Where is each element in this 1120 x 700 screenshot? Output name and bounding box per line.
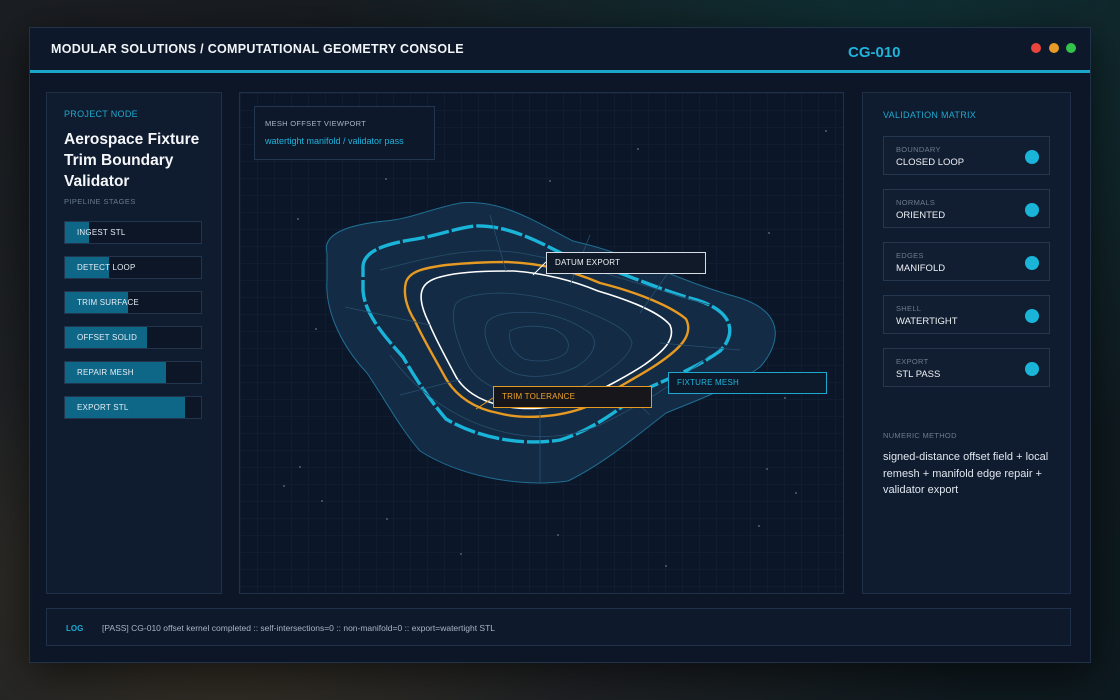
check-key: EDGES bbox=[896, 251, 924, 260]
status-indicator-icon bbox=[1025, 203, 1039, 217]
stage-label: EXPORT STL bbox=[77, 403, 129, 412]
check-normals[interactable]: NORMALS ORIENTED bbox=[883, 189, 1050, 228]
mesh-viewport[interactable]: MESH OFFSET VIEWPORT watertight manifold… bbox=[239, 92, 844, 594]
close-window-button[interactable] bbox=[1031, 43, 1041, 53]
check-value: MANIFOLD bbox=[896, 263, 946, 274]
check-value: WATERTIGHT bbox=[896, 316, 958, 327]
pipeline-stage-repair[interactable]: REPAIR MESH bbox=[64, 361, 202, 384]
pipeline-stage-trim[interactable]: TRIM SURFACE bbox=[64, 291, 202, 314]
log-bar: LOG [PASS] CG-010 offset kernel complete… bbox=[46, 608, 1071, 646]
fixture-mesh-callout[interactable]: FIXTURE MESH bbox=[668, 372, 827, 394]
check-key: EXPORT bbox=[896, 357, 929, 366]
check-key: SHELL bbox=[896, 304, 922, 313]
console-window: MODULAR SOLUTIONS / COMPUTATIONAL GEOMET… bbox=[29, 27, 1091, 663]
pipeline-stage-detect[interactable]: DETECT LOOP bbox=[64, 256, 202, 279]
datum-export-callout[interactable]: DATUM EXPORT bbox=[546, 252, 706, 274]
status-indicator-icon bbox=[1025, 362, 1039, 376]
project-eyebrow: PROJECT NODE bbox=[64, 109, 138, 119]
project-title: Aerospace Fixture Trim Boundary Validato… bbox=[64, 131, 200, 190]
status-indicator-icon bbox=[1025, 256, 1039, 270]
check-export[interactable]: EXPORT STL PASS bbox=[883, 348, 1050, 387]
pipeline-stages-label: PIPELINE STAGES bbox=[64, 197, 136, 206]
project-panel: PROJECT NODE Aerospace Fixture Trim Boun… bbox=[46, 92, 222, 594]
check-key: NORMALS bbox=[896, 198, 936, 207]
check-boundary[interactable]: BOUNDARY CLOSED LOOP bbox=[883, 136, 1050, 175]
log-tag: LOG bbox=[66, 624, 84, 633]
check-value: ORIENTED bbox=[896, 210, 946, 221]
trim-tolerance-callout[interactable]: TRIM TOLERANCE bbox=[493, 386, 652, 408]
viewport-subtitle: watertight manifold / validator pass bbox=[265, 136, 404, 146]
status-indicator-icon bbox=[1025, 150, 1039, 164]
numeric-method-text: signed-distance offset field + local rem… bbox=[883, 451, 1049, 497]
stage-label: DETECT LOOP bbox=[77, 263, 136, 272]
check-key: BOUNDARY bbox=[896, 145, 941, 154]
stage-label: REPAIR MESH bbox=[77, 368, 134, 377]
pipeline-stage-offset[interactable]: OFFSET SOLID bbox=[64, 326, 202, 349]
check-edges[interactable]: EDGES MANIFOLD bbox=[883, 242, 1050, 281]
numeric-method-label: NUMERIC METHOD bbox=[883, 431, 957, 440]
maximize-window-button[interactable] bbox=[1066, 43, 1076, 53]
pipeline-stage-ingest[interactable]: INGEST STL bbox=[64, 221, 202, 244]
check-shell[interactable]: SHELL WATERTIGHT bbox=[883, 295, 1050, 334]
stage-label: INGEST STL bbox=[77, 228, 126, 237]
stage-label: OFFSET SOLID bbox=[77, 333, 138, 342]
stage-label: TRIM SURFACE bbox=[77, 298, 139, 307]
project-code: CG-010 bbox=[848, 44, 901, 61]
title-bar: MODULAR SOLUTIONS / COMPUTATIONAL GEOMET… bbox=[30, 28, 1090, 73]
validation-panel: VALIDATION MATRIX BOUNDARY CLOSED LOOP N… bbox=[862, 92, 1071, 594]
app-title: MODULAR SOLUTIONS / COMPUTATIONAL GEOMET… bbox=[51, 42, 464, 56]
mesh-canvas[interactable] bbox=[240, 93, 844, 594]
check-value: CLOSED LOOP bbox=[896, 157, 965, 168]
viewport-title: MESH OFFSET VIEWPORT bbox=[265, 119, 367, 128]
viewport-header: MESH OFFSET VIEWPORT watertight manifold… bbox=[254, 106, 435, 160]
pipeline-stage-export[interactable]: EXPORT STL bbox=[64, 396, 202, 419]
minimize-window-button[interactable] bbox=[1049, 43, 1059, 53]
check-value: STL PASS bbox=[896, 369, 941, 380]
log-message: [PASS] CG-010 offset kernel completed ::… bbox=[102, 623, 496, 633]
validation-eyebrow: VALIDATION MATRIX bbox=[883, 110, 977, 120]
status-indicator-icon bbox=[1025, 309, 1039, 323]
